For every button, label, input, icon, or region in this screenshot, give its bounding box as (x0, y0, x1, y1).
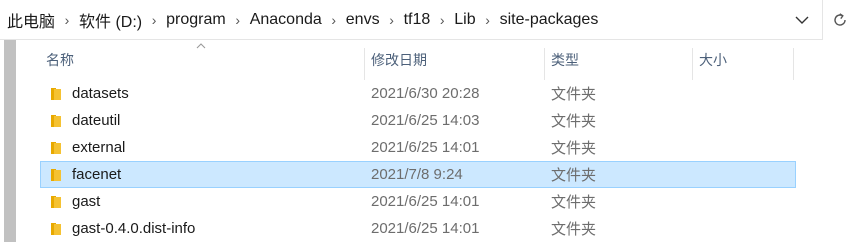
file-name: gast (72, 193, 101, 210)
file-row[interactable]: datasets 2021/6/30 20:28 文件夹 (40, 80, 796, 107)
breadcrumb-separator-icon[interactable]: › (381, 12, 403, 28)
scrollbar-thumb[interactable] (4, 40, 16, 242)
file-row-selected[interactable]: facenet 2021/7/8 9:24 文件夹 (40, 161, 796, 188)
file-modified-date: 2021/6/25 14:01 (371, 193, 480, 210)
folder-icon (51, 196, 61, 208)
file-name: facenet (72, 166, 122, 183)
address-bar[interactable]: 此电脑 › 软件 (D:) › program › Anaconda › env… (0, 0, 822, 40)
column-header-date[interactable]: 修改日期 (365, 40, 544, 80)
file-type: 文件夹 (551, 86, 597, 103)
refresh-button[interactable] (823, 0, 856, 40)
file-modified-date: 2021/6/30 20:28 (371, 85, 480, 102)
column-label-size: 大小 (699, 52, 727, 68)
file-type: 文件夹 (551, 140, 597, 157)
file-type: 文件夹 (551, 194, 597, 211)
refresh-icon (833, 13, 846, 26)
column-header-type[interactable]: 类型 (545, 40, 692, 80)
file-modified-date: 2021/6/25 14:01 (371, 139, 480, 156)
breadcrumb-separator-icon[interactable]: › (477, 12, 499, 28)
folder-icon (51, 169, 61, 181)
folder-icon (51, 142, 61, 154)
breadcrumb-separator-icon[interactable]: › (56, 12, 78, 28)
folder-icon (51, 115, 61, 127)
breadcrumb-separator-icon[interactable]: › (227, 12, 249, 28)
column-label-name: 名称 (46, 52, 74, 68)
breadcrumb-separator-icon[interactable]: › (323, 12, 345, 28)
folder-icon (51, 88, 61, 100)
breadcrumb-program[interactable]: program (165, 11, 227, 29)
file-name: dateutil (72, 112, 121, 129)
file-row[interactable]: gast-0.4.0.dist-info 2021/6/25 14:01 文件夹 (40, 215, 796, 242)
file-name: gast-0.4.0.dist-info (72, 220, 196, 237)
file-type: 文件夹 (551, 113, 597, 130)
column-header-size[interactable]: 大小 (693, 40, 793, 80)
file-name: datasets (72, 85, 129, 102)
breadcrumb: 此电脑 › 软件 (D:) › program › Anaconda › env… (0, 0, 599, 39)
breadcrumb-site-packages[interactable]: site-packages (499, 11, 600, 29)
chevron-down-icon (795, 16, 809, 24)
file-modified-date: 2021/6/25 14:01 (371, 220, 480, 237)
folder-icon (51, 223, 61, 235)
file-row[interactable]: dateutil 2021/6/25 14:03 文件夹 (40, 107, 796, 134)
breadcrumb-lib[interactable]: Lib (453, 11, 476, 29)
column-label-date: 修改日期 (371, 52, 427, 68)
column-header: 名称 修改日期 类型 大小 (40, 40, 796, 80)
breadcrumb-envs[interactable]: envs (345, 11, 381, 29)
breadcrumb-tf18[interactable]: tf18 (403, 11, 432, 29)
address-history-dropdown[interactable] (788, 0, 816, 40)
breadcrumb-separator-icon[interactable]: › (143, 12, 165, 28)
file-type: 文件夹 (551, 167, 597, 184)
breadcrumb-this-pc[interactable]: 此电脑 (6, 8, 56, 32)
breadcrumb-drive-d[interactable]: 软件 (D:) (78, 8, 143, 32)
file-explorer-window: 此电脑 › 软件 (D:) › program › Anaconda › env… (0, 0, 856, 242)
file-type: 文件夹 (551, 221, 597, 238)
column-header-name[interactable]: 名称 (40, 40, 364, 80)
file-row[interactable]: external 2021/6/25 14:01 文件夹 (40, 134, 796, 161)
column-divider[interactable] (793, 48, 794, 80)
column-label-type: 类型 (551, 52, 579, 68)
breadcrumb-anaconda[interactable]: Anaconda (249, 11, 323, 29)
file-row[interactable]: gast 2021/6/25 14:01 文件夹 (40, 188, 796, 215)
file-modified-date: 2021/6/25 14:03 (371, 112, 480, 129)
file-list: datasets 2021/6/30 20:28 文件夹 dateutil 20… (40, 80, 796, 242)
breadcrumb-separator-icon[interactable]: › (431, 12, 453, 28)
file-modified-date: 2021/7/8 9:24 (371, 166, 463, 183)
file-name: external (72, 139, 126, 156)
